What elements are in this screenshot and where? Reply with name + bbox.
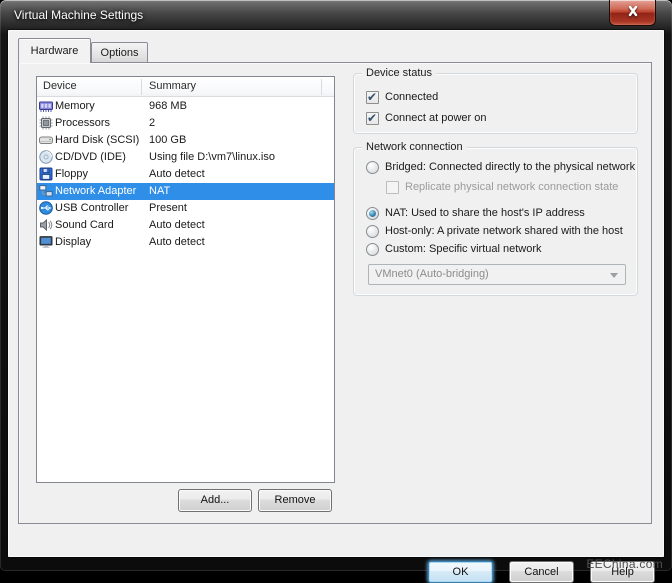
network-adapter-icon	[39, 184, 53, 198]
device-name: Floppy	[55, 166, 88, 183]
ok-button[interactable]: OK	[428, 561, 493, 583]
host-only-radio-row[interactable]: Host-only: A private network shared with…	[366, 224, 623, 238]
connected-label: Connected	[385, 91, 438, 103]
watermark: EEChina.com	[586, 557, 663, 571]
column-divider[interactable]	[141, 79, 142, 95]
device-status-title: Device status	[362, 66, 436, 80]
device-summary: 100 GB	[149, 132, 186, 149]
cd-dvd-icon	[39, 150, 53, 164]
vmnet-select-value: VMnet0 (Auto-bridging)	[375, 268, 489, 280]
custom-radio[interactable]	[366, 243, 379, 256]
network-connection-group: Network connection Bridged: Connected di…	[353, 147, 638, 296]
connect-at-power-on-label: Connect at power on	[385, 112, 487, 124]
floppy-icon	[39, 167, 53, 181]
memory-icon	[39, 99, 53, 113]
replicate-checkbox-row: Replicate physical network connection st…	[386, 180, 618, 194]
connect-at-power-on-checkbox-row[interactable]: Connect at power on	[366, 111, 487, 125]
nat-radio-row[interactable]: NAT: Used to share the host's IP address	[366, 206, 585, 220]
device-summary: 2	[149, 115, 155, 132]
window-title: Virtual Machine Settings	[14, 8, 143, 22]
connected-checkbox-row[interactable]: Connected	[366, 90, 438, 104]
custom-label: Custom: Specific virtual network	[385, 243, 542, 255]
virtual-machine-settings-window: Virtual Machine Settings Hardware Option…	[0, 0, 672, 571]
nat-label: NAT: Used to share the host's IP address	[385, 207, 585, 219]
column-header-device[interactable]: Device	[43, 80, 77, 92]
host-only-label: Host-only: A private network shared with…	[385, 225, 623, 237]
device-name: Network Adapter	[55, 183, 136, 200]
device-rows: Memory 968 MB Processors 2 Hard Disk (SCSI) 1…	[37, 98, 334, 251]
device-name: CD/DVD (IDE)	[55, 149, 126, 166]
host-only-radio[interactable]	[366, 225, 379, 238]
device-name: USB Controller	[55, 200, 128, 217]
usb-controller-icon	[39, 201, 53, 215]
custom-radio-row[interactable]: Custom: Specific virtual network	[366, 242, 542, 256]
network-connection-title: Network connection	[362, 140, 467, 154]
device-name: Processors	[55, 115, 110, 132]
hard-disk-icon	[39, 133, 53, 147]
device-row-network-adapter[interactable]: Network Adapter NAT	[37, 183, 334, 200]
vmnet-select[interactable]: VMnet0 (Auto-bridging)	[368, 264, 626, 285]
device-summary: 968 MB	[149, 98, 187, 115]
nat-radio[interactable]	[366, 207, 379, 220]
replicate-checkbox[interactable]	[386, 181, 399, 194]
bridged-radio-row[interactable]: Bridged: Connected directly to the physi…	[366, 160, 635, 174]
device-list: Device Summary Memory968 MBProcessors2Ha…	[36, 76, 335, 483]
device-row-cd-dvd-ide[interactable]: CD/DVD (IDE) Using file D:\vm7\linux.iso	[37, 149, 334, 166]
device-summary: Auto detect	[149, 166, 205, 183]
chevron-down-icon	[610, 273, 618, 278]
device-summary: Present	[149, 200, 187, 217]
sound-card-icon	[39, 218, 53, 232]
column-header-summary[interactable]: Summary	[149, 80, 196, 92]
column-divider[interactable]	[321, 79, 322, 95]
device-row-processors[interactable]: Processors 2	[37, 115, 334, 132]
device-name: Display	[55, 234, 91, 251]
device-name: Sound Card	[55, 217, 114, 234]
bridged-radio[interactable]	[366, 161, 379, 174]
processor-icon	[39, 116, 53, 130]
connect-at-power-on-checkbox[interactable]	[366, 112, 379, 125]
title-bar[interactable]: Virtual Machine Settings	[0, 0, 672, 30]
remove-device-button[interactable]: Remove	[258, 489, 332, 512]
device-row-sound-card[interactable]: Sound Card Auto detect	[37, 217, 334, 234]
device-row-floppy[interactable]: Floppy Auto detect	[37, 166, 334, 183]
device-summary: Auto detect	[149, 234, 205, 251]
device-name: Memory	[55, 98, 95, 115]
bridged-label: Bridged: Connected directly to the physi…	[385, 161, 635, 173]
device-row-usb-controller[interactable]: USB Controller Present	[37, 200, 334, 217]
close-button[interactable]	[609, 0, 656, 26]
close-icon	[625, 4, 641, 22]
add-device-button[interactable]: Add...	[178, 489, 252, 512]
connected-checkbox[interactable]	[366, 91, 379, 104]
device-row-hard-disk-scsi[interactable]: Hard Disk (SCSI) 100 GB	[37, 132, 334, 149]
display-icon	[39, 235, 53, 249]
device-summary: NAT	[149, 183, 170, 200]
device-row-display[interactable]: Display Auto detect	[37, 234, 334, 251]
device-name: Hard Disk (SCSI)	[55, 132, 139, 149]
device-list-header: Device Summary	[37, 77, 334, 97]
device-status-group: Device status Connected Connect at power…	[353, 73, 638, 134]
replicate-label: Replicate physical network connection st…	[405, 181, 618, 193]
cancel-button[interactable]: Cancel	[509, 561, 574, 583]
hardware-tab-page: Device Summary Memory968 MBProcessors2Ha…	[18, 62, 652, 524]
device-summary: Using file D:\vm7\linux.iso	[149, 149, 275, 166]
settings-dialog: Hardware Options Device Summary Memory 96…	[8, 30, 664, 557]
tab-options[interactable]: Options	[91, 42, 148, 63]
device-row-memory[interactable]: Memory 968 MB	[37, 98, 334, 115]
device-summary: Auto detect	[149, 217, 205, 234]
tab-hardware[interactable]: Hardware	[18, 38, 91, 63]
